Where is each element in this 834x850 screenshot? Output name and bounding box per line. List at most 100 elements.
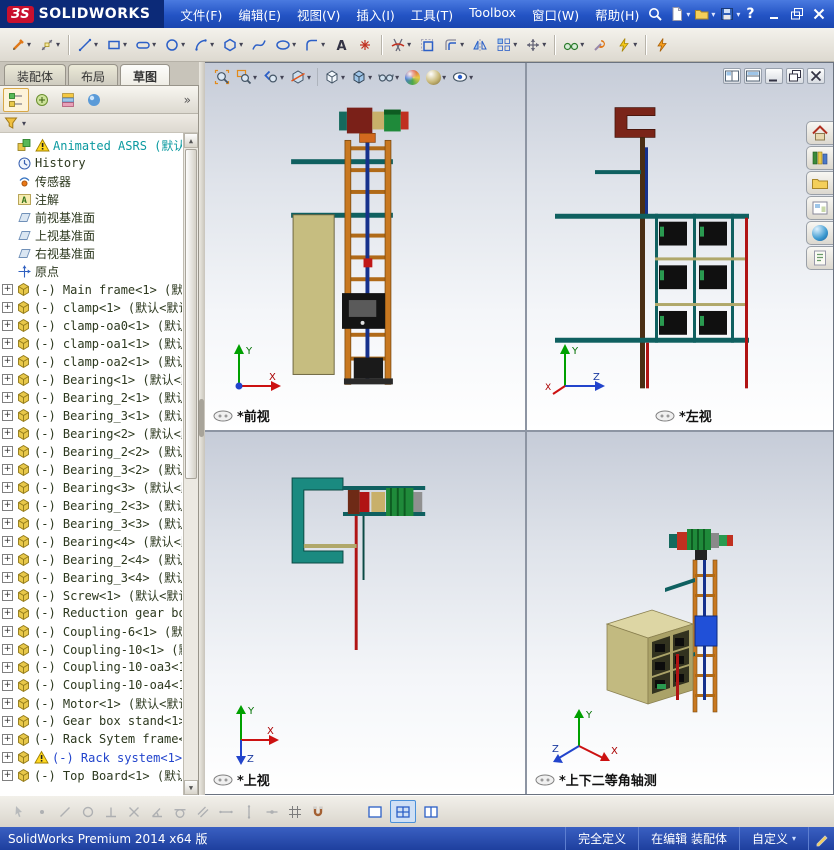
tree-item[interactable]: + (-) Bearing<2> (默认<默	[0, 424, 182, 442]
expand-icon[interactable]: +	[2, 535, 13, 547]
edit-appearance-button[interactable]	[402, 65, 423, 89]
section-view-button[interactable]: ▾	[287, 65, 314, 89]
grid-button[interactable]	[284, 801, 305, 822]
tree-item[interactable]: + (-) Bearing_3<4> (默认<	[0, 568, 182, 586]
arc-button[interactable]: ▾	[189, 32, 218, 58]
apply-scene-button[interactable]: ▾	[423, 65, 449, 89]
intersection-button[interactable]	[123, 801, 144, 822]
app-restore-button[interactable]	[787, 5, 807, 23]
menu-item[interactable]: 文件(F)	[172, 1, 230, 28]
tree-item[interactable]: + (-) Bearing_3<2> (默认<	[0, 460, 182, 478]
new-document-button[interactable]: ▾	[667, 4, 692, 24]
tree-item[interactable]: + (-) Bearing_2<3> (默认<	[0, 496, 182, 514]
expand-icon[interactable]: +	[2, 409, 13, 421]
propertymanager-button[interactable]	[29, 88, 55, 112]
statusbar-custom[interactable]: 自定义 ▾	[738, 827, 808, 850]
single-view-button[interactable]	[362, 800, 388, 823]
expand-icon[interactable]: +	[2, 445, 13, 457]
expand-icon[interactable]: +	[2, 427, 13, 439]
offset-button[interactable]: ▾	[439, 32, 468, 58]
tree-item[interactable]: + (-) Rack system<1> (默认	[0, 748, 182, 766]
viewport-front[interactable]: Y X *前视	[205, 63, 527, 432]
text-button[interactable]: A	[329, 32, 353, 58]
expand-icon[interactable]: +	[2, 751, 13, 763]
select-button[interactable]	[8, 801, 29, 822]
slot-button[interactable]: ▾	[131, 32, 160, 58]
tree-item[interactable]: A 注解	[0, 190, 182, 208]
zoom-area-button[interactable]: ▾	[233, 65, 260, 89]
spline-button[interactable]	[247, 32, 271, 58]
tree-item[interactable]: History	[0, 154, 182, 172]
expand-icon[interactable]: +	[2, 553, 13, 565]
polygon-button[interactable]: ▾	[218, 32, 247, 58]
tree-item[interactable]: 上视基准面	[0, 226, 182, 244]
menu-item[interactable]: 视图(V)	[289, 1, 348, 28]
line-relation-button[interactable]	[54, 801, 75, 822]
display-style-button[interactable]: ▾	[348, 65, 375, 89]
linear-pattern-button[interactable]: ▾	[492, 32, 521, 58]
expand-icon[interactable]: +	[2, 733, 13, 745]
file-explorer-button[interactable]	[806, 171, 833, 195]
expand-icon[interactable]: +	[2, 589, 13, 601]
tree-item[interactable]: + (-) clamp<1> (默认<默认>	[0, 298, 182, 316]
expand-icon[interactable]: +	[2, 319, 13, 331]
viewport-top[interactable]: Y X Z *上视	[205, 432, 527, 794]
line-button[interactable]: ▾	[73, 32, 102, 58]
tree-item[interactable]: + (-) Coupling-10<1> (默认	[0, 640, 182, 658]
horizontal-button[interactable]	[215, 801, 236, 822]
splitter-handle-icon[interactable]	[199, 399, 204, 438]
tangent-button[interactable]	[169, 801, 190, 822]
previous-view-button[interactable]: ▾	[260, 65, 287, 89]
fillet-button[interactable]: ▾	[300, 32, 329, 58]
expand-icon[interactable]: +	[2, 607, 13, 619]
expand-icon[interactable]: +	[2, 337, 13, 349]
expand-icon[interactable]: +	[2, 391, 13, 403]
expand-icon[interactable]: +	[2, 697, 13, 709]
scroll-thumb[interactable]	[185, 149, 197, 479]
perpendicular-button[interactable]	[100, 801, 121, 822]
tree-item[interactable]: + (-) clamp-oa2<1> (默认<	[0, 352, 182, 370]
tree-item[interactable]: + (-) Bearing<4> (默认<默	[0, 532, 182, 550]
tree-item[interactable]: + (-) Bearing_2<4> (默认<	[0, 550, 182, 568]
expand-icon[interactable]: +	[2, 355, 13, 367]
split-horizontal-button[interactable]	[723, 68, 741, 84]
split-vertical-button[interactable]	[744, 68, 762, 84]
snap-button[interactable]	[307, 801, 328, 822]
expand-icon[interactable]: +	[2, 463, 13, 475]
expand-icon[interactable]: +	[2, 373, 13, 385]
app-close-button[interactable]	[809, 5, 829, 23]
configurationmanager-button[interactable]	[55, 88, 81, 112]
instant2d-button[interactable]	[650, 32, 674, 58]
repair-sketch-button[interactable]	[588, 32, 612, 58]
panel-overflow-button[interactable]: »	[184, 93, 195, 107]
tree-item[interactable]: + (-) Motor<1> (默认<默认	[0, 694, 182, 712]
tab-sketch[interactable]: 草图	[120, 64, 171, 85]
tree-item[interactable]: 原点	[0, 262, 182, 280]
four-view-button[interactable]	[390, 800, 416, 823]
expand-icon[interactable]: +	[2, 283, 13, 295]
tree-item[interactable]: + (-) Bearing_2<2> (默认<	[0, 442, 182, 460]
viewport-left[interactable]: Y Z X *左视	[527, 63, 833, 432]
view-palette-button[interactable]	[806, 196, 833, 220]
tree-item[interactable]: + (-) Bearing_3<1> (默认<	[0, 406, 182, 424]
midpoint-button[interactable]	[261, 801, 282, 822]
parallel-button[interactable]	[192, 801, 213, 822]
tree-item[interactable]: + (-) Coupling-10-oa3<1>	[0, 658, 182, 676]
tree-item[interactable]: + (-) Rack Sytem frame<1>	[0, 730, 182, 748]
resources-home-button[interactable]	[806, 121, 833, 145]
tree-item[interactable]: 右视基准面	[0, 244, 182, 262]
save-document-button[interactable]: ▾	[717, 4, 742, 24]
tab-assembly[interactable]: 装配体	[4, 64, 67, 85]
doc-minimize-button[interactable]	[765, 68, 783, 84]
appearances-button[interactable]	[806, 221, 833, 245]
zoom-fit-button[interactable]	[211, 65, 233, 89]
convert-button[interactable]	[415, 32, 439, 58]
view-orientation-button[interactable]: ▾	[321, 65, 348, 89]
display-relations-button[interactable]: ▾	[559, 32, 588, 58]
point-relation-button[interactable]	[31, 801, 52, 822]
expand-icon[interactable]: +	[2, 301, 13, 313]
app-minimize-button[interactable]	[765, 5, 785, 23]
rectangle-button[interactable]: ▾	[102, 32, 131, 58]
menu-item[interactable]: 插入(I)	[348, 1, 402, 28]
menu-item[interactable]: 窗口(W)	[524, 1, 587, 28]
